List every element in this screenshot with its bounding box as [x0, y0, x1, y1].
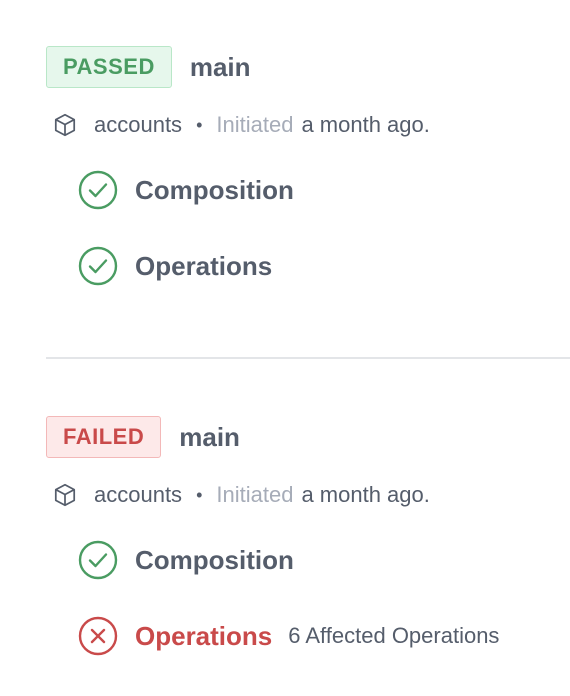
repo-name[interactable]: accounts: [94, 112, 182, 138]
divider: [46, 357, 570, 359]
build-meta: accounts • Initiated a month ago.: [52, 482, 430, 508]
cube-icon: [54, 113, 76, 137]
check-circle-icon: [78, 170, 118, 210]
check-label: Operations: [135, 620, 273, 651]
initiated-label: Initiated: [216, 482, 294, 507]
check-circle-icon: [78, 540, 118, 580]
check-circle-icon: [78, 246, 118, 286]
meta-separator: •: [196, 114, 203, 135]
check-label: Composition: [135, 174, 294, 205]
check-label: Composition: [135, 544, 294, 575]
x-circle-icon: [78, 616, 118, 656]
meta-separator: •: [196, 484, 203, 505]
initiated-time: a month ago.: [301, 112, 430, 137]
build-header: PASSED main: [46, 46, 570, 88]
branch-name[interactable]: main: [190, 52, 251, 83]
status-badge-passed: PASSED: [46, 46, 172, 88]
build-header: FAILED main: [46, 416, 570, 458]
checks-page: PASSED main accounts • Initiated a month…: [0, 0, 570, 696]
check-operations[interactable]: Operations: [78, 246, 272, 286]
check-label: Operations: [135, 250, 273, 281]
status-badge-failed: FAILED: [46, 416, 162, 458]
check-composition[interactable]: Composition: [78, 170, 294, 210]
build-meta: accounts • Initiated a month ago.: [52, 112, 430, 138]
build-failed: FAILED main accounts • Initiated a month…: [46, 416, 570, 656]
repo-name[interactable]: accounts: [94, 482, 182, 508]
branch-name[interactable]: main: [179, 422, 240, 453]
check-operations-failed[interactable]: Operations 6 Affected Operations: [78, 616, 499, 656]
initiated-label: Initiated: [216, 112, 294, 137]
cube-icon: [54, 483, 76, 507]
check-composition[interactable]: Composition: [78, 540, 294, 580]
initiated-time: a month ago.: [301, 482, 430, 507]
affected-operations-count[interactable]: 6 Affected Operations: [288, 623, 499, 649]
build-passed: PASSED main accounts • Initiated a month…: [46, 46, 570, 286]
